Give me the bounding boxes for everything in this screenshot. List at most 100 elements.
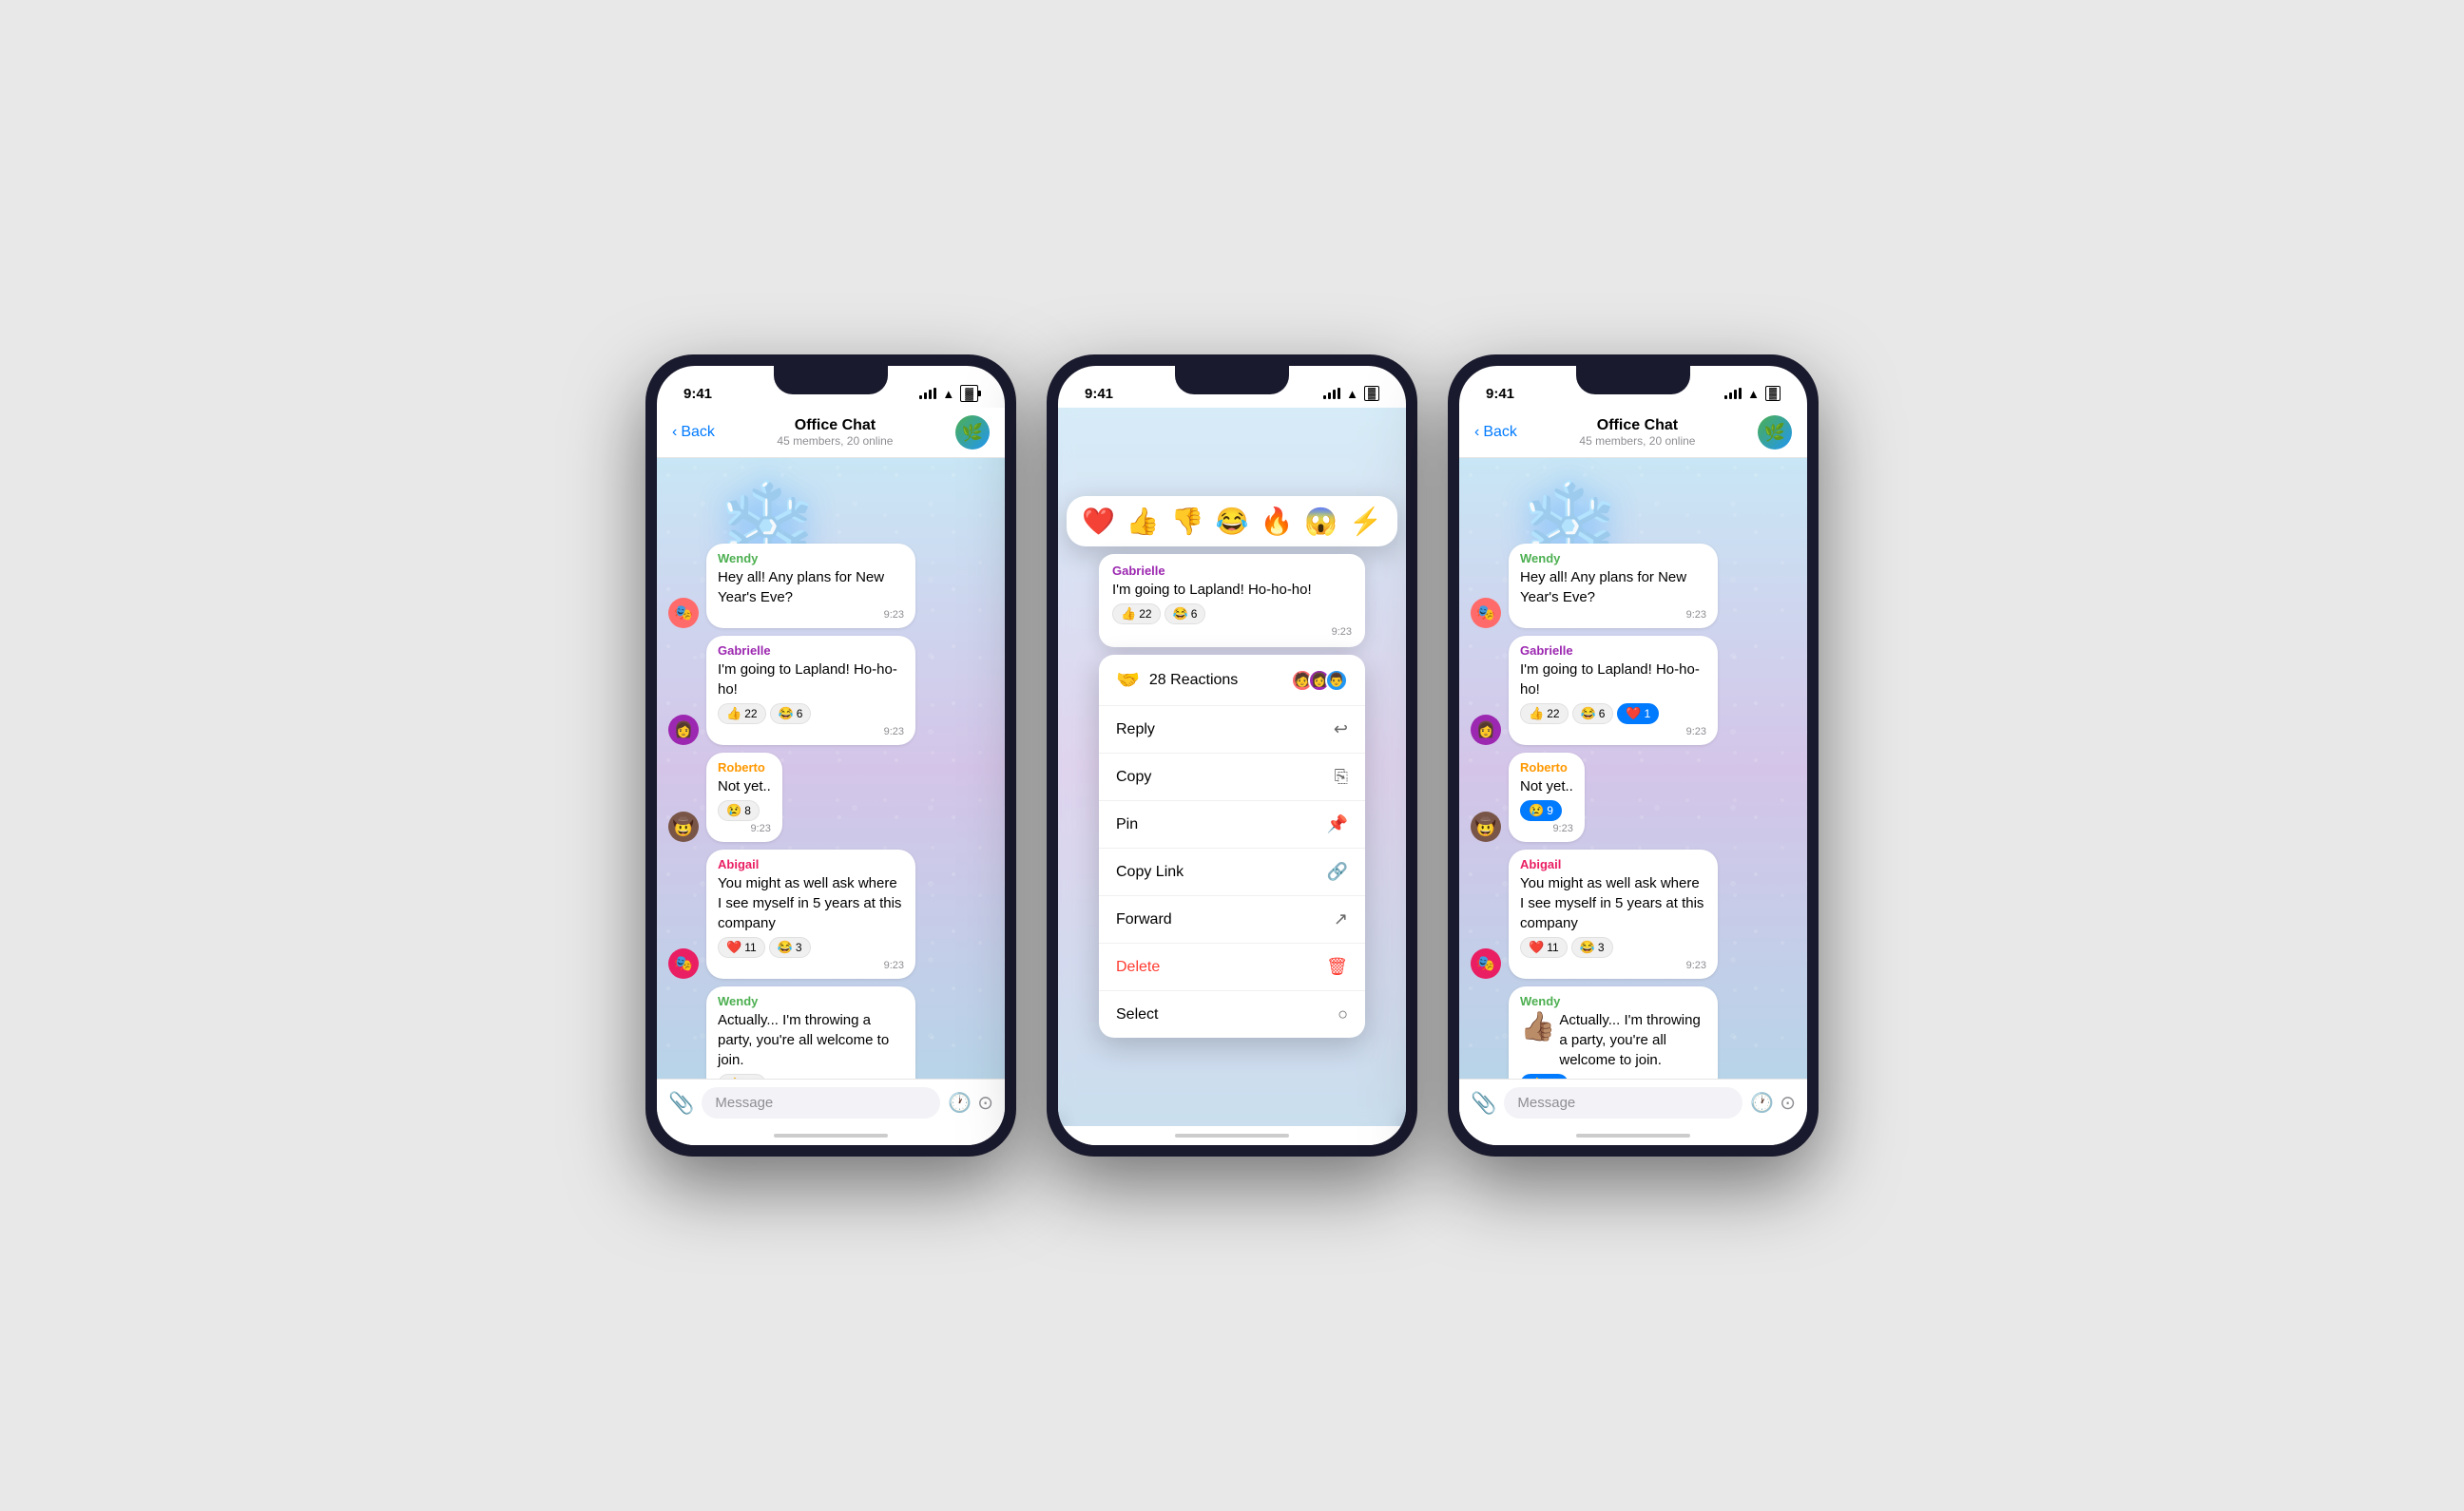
- emoji-heart[interactable]: ❤️: [1082, 506, 1115, 537]
- chat-title-section: Office Chat 45 members, 20 online: [1517, 417, 1758, 448]
- phone-2-screen: 9:41 ▲ ▓ ❤️ 👍 👎 😂: [1058, 366, 1406, 1145]
- emoji-fire[interactable]: 🔥: [1260, 506, 1293, 537]
- message-input[interactable]: Message: [1504, 1087, 1742, 1119]
- message-bubble[interactable]: Abigail You might as well ask where I se…: [706, 850, 915, 979]
- message-row: 👩 Gabrielle I'm going to Lapland! Ho-ho-…: [1471, 636, 1796, 745]
- select-item[interactable]: Select ○: [1099, 991, 1365, 1038]
- chat-avatar[interactable]: 🌿: [1758, 415, 1792, 449]
- reaction-pill[interactable]: 😢 8: [718, 800, 760, 821]
- reactions-item[interactable]: 🤝 28 Reactions 🧑 👩 👨: [1099, 655, 1365, 706]
- avatar: 👩: [1471, 715, 1501, 745]
- emoji-thumbsdown[interactable]: 👎: [1171, 506, 1204, 537]
- message-text: Not yet..: [718, 776, 771, 796]
- reaction-pill[interactable]: ❤️ 11: [718, 937, 765, 958]
- emoji-shocked[interactable]: 😱: [1304, 506, 1338, 537]
- back-label: Back: [1483, 424, 1517, 441]
- reaction-pill[interactable]: 👍 22: [1520, 703, 1569, 724]
- reaction-pill-highlighted[interactable]: 👍 16: [1520, 1074, 1569, 1079]
- home-indicator: [1058, 1126, 1406, 1145]
- reply-item[interactable]: Reply ↩: [1099, 706, 1365, 754]
- home-indicator: [1459, 1126, 1807, 1145]
- reaction-pill[interactable]: 😂 6: [770, 703, 812, 724]
- camera-icon[interactable]: ⊙: [1780, 1091, 1796, 1115]
- timer-icon[interactable]: 🕐: [948, 1091, 972, 1115]
- copy-item[interactable]: Copy ⎘: [1099, 754, 1365, 801]
- camera-icon[interactable]: ⊙: [977, 1091, 993, 1115]
- reaction-pill[interactable]: 😂 3: [769, 937, 811, 958]
- avatar: 🤠: [1471, 812, 1501, 842]
- copylink-icon: 🔗: [1327, 862, 1348, 882]
- message-row: 🎭 Wendy Actually... I'm throwing a party…: [668, 986, 993, 1079]
- chat-title: Office Chat: [1517, 417, 1758, 434]
- message-text: I'm going to Lapland! Ho-ho-ho!: [1520, 660, 1706, 699]
- message-bubble[interactable]: Gabrielle I'm going to Lapland! Ho-ho-ho…: [706, 636, 915, 745]
- message-bubble[interactable]: Roberto Not yet.. 😢 9 9:23: [1509, 753, 1585, 842]
- emoji-picker: ❤️ 👍 👎 😂 🔥 😱 ⚡: [1067, 496, 1397, 546]
- copylink-item[interactable]: Copy Link 🔗: [1099, 849, 1365, 896]
- input-icons: 🕐 ⊙: [948, 1091, 993, 1115]
- message-row: 👩 Gabrielle I'm going to Lapland! Ho-ho-…: [668, 636, 993, 745]
- signal-icon: [1323, 388, 1340, 399]
- reactions: 👍 22 😂 6 ❤️ 1: [1520, 703, 1706, 724]
- back-button[interactable]: ‹ Back: [672, 424, 715, 441]
- message-bubble[interactable]: Roberto Not yet.. 😢 8 9:23: [706, 753, 782, 842]
- status-icons: ▲ ▓: [919, 385, 978, 402]
- reaction-pill[interactable]: 👍 22: [718, 703, 766, 724]
- message-bubble[interactable]: Wendy 👍🏽 Actually... I'm throwing a part…: [1509, 986, 1718, 1079]
- reaction-pill[interactable]: 👍 22: [1112, 603, 1161, 624]
- nav-bar: ‹ Back Office Chat 45 members, 20 online…: [1459, 408, 1807, 458]
- nav-bar: ‹ Back Office Chat 45 members, 20 online…: [657, 408, 1005, 458]
- select-label: Select: [1116, 1006, 1158, 1023]
- message-text: Hey all! Any plans for New Year's Eve?: [718, 567, 904, 607]
- reaction-pill-highlighted[interactable]: ❤️ 1: [1617, 703, 1659, 724]
- reactions: 👍 15: [718, 1074, 904, 1079]
- phone-3-screen: 9:41 ▲ ▓ ‹ Back Office Chat 45 members,: [1459, 366, 1807, 1145]
- sender-name: Wendy: [718, 994, 904, 1008]
- reaction-pill[interactable]: 😂 6: [1165, 603, 1206, 624]
- message-row: 👍🏽 Wendy 👍🏽 Actually... I'm throwing a p…: [1471, 986, 1796, 1079]
- status-icons: ▲ ▓: [1323, 386, 1379, 401]
- message-row: 🎭 Wendy Hey all! Any plans for New Year'…: [668, 544, 993, 628]
- message-bubble[interactable]: Abigail You might as well ask where I se…: [1509, 850, 1718, 979]
- message-row: 🎭 Abigail You might as well ask where I …: [668, 850, 993, 979]
- copy-label: Copy: [1116, 769, 1151, 786]
- reaction-pill[interactable]: 😂 6: [1572, 703, 1614, 724]
- input-bar: 📎 Message 🕐 ⊙: [1459, 1079, 1807, 1126]
- home-bar: [774, 1134, 888, 1138]
- attach-icon[interactable]: 📎: [668, 1091, 694, 1116]
- message-bubble[interactable]: Wendy Hey all! Any plans for New Year's …: [1509, 544, 1718, 628]
- forward-label: Forward: [1116, 911, 1172, 928]
- emoji-laugh[interactable]: 😂: [1216, 506, 1249, 537]
- reactions: 👍 16: [1520, 1074, 1706, 1079]
- timer-icon[interactable]: 🕐: [1750, 1091, 1774, 1115]
- message-input[interactable]: Message: [702, 1087, 940, 1119]
- message-bubble[interactable]: Wendy Actually... I'm throwing a party, …: [706, 986, 915, 1079]
- pin-item[interactable]: Pin 📌: [1099, 801, 1365, 849]
- sender-name: Abigail: [1520, 857, 1706, 871]
- emoji-lightning[interactable]: ⚡: [1349, 506, 1382, 537]
- back-button[interactable]: ‹ Back: [1474, 424, 1517, 441]
- chat-avatar[interactable]: 🌿: [955, 415, 990, 449]
- delete-item[interactable]: Delete 🗑: [1099, 944, 1365, 991]
- wifi-icon: ▲: [1346, 387, 1358, 401]
- message-bubble[interactable]: Gabrielle I'm going to Lapland! Ho-ho-ho…: [1509, 636, 1718, 745]
- reaction-pill[interactable]: 👍 15: [718, 1074, 766, 1079]
- reactions: 😢 9: [1520, 800, 1573, 821]
- message-time: 9:23: [1520, 726, 1706, 737]
- message-bubble[interactable]: Wendy Hey all! Any plans for New Year's …: [706, 544, 915, 628]
- emoji-thumbsup[interactable]: 👍: [1126, 506, 1160, 537]
- select-icon: ○: [1338, 1004, 1348, 1024]
- reaction-pill-highlighted[interactable]: 😢 9: [1520, 800, 1562, 821]
- battery-icon: ▓: [1765, 386, 1781, 401]
- delete-label: Delete: [1116, 959, 1160, 976]
- reaction-pill[interactable]: ❤️ 11: [1520, 937, 1568, 958]
- copylink-label: Copy Link: [1116, 864, 1184, 881]
- reaction-pill[interactable]: 😂 3: [1571, 937, 1613, 958]
- chat-area: ❄️ 🎭 Wendy Hey all! Any plans for New Ye…: [1459, 458, 1807, 1079]
- chevron-left-icon: ‹: [1474, 424, 1479, 441]
- input-icons: 🕐 ⊙: [1750, 1091, 1796, 1115]
- message-time: 9:23: [1112, 626, 1352, 638]
- forward-item[interactable]: Forward ↗: [1099, 896, 1365, 944]
- avatar: 🎭: [1471, 598, 1501, 628]
- attach-icon[interactable]: 📎: [1471, 1091, 1496, 1116]
